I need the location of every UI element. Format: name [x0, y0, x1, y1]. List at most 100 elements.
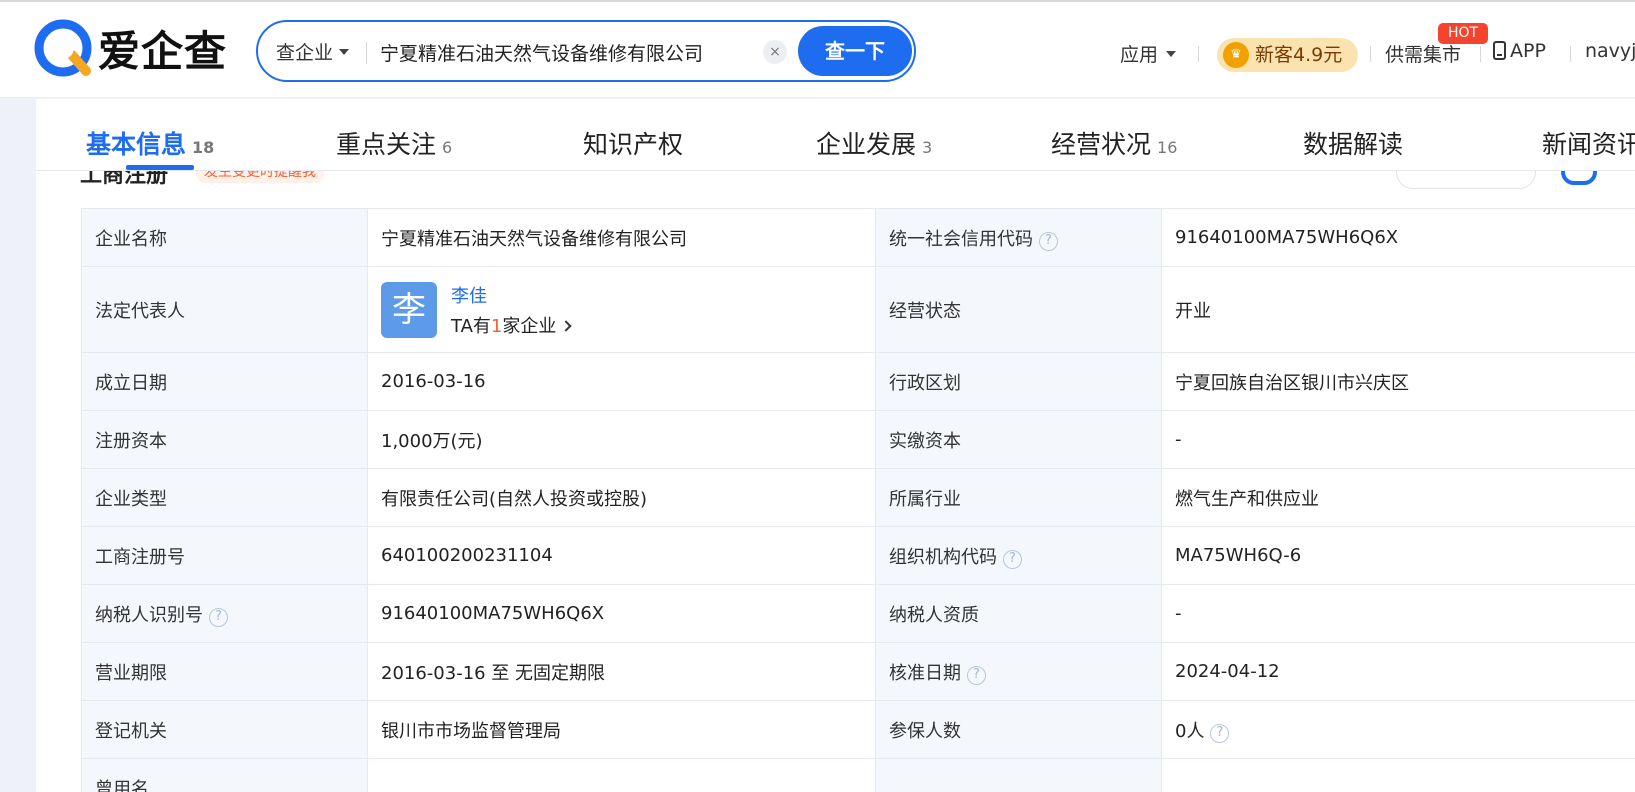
site-header: 爱企查 查企业 × 查一下 应用 ♛ 新客4.9元 供需集市 HOT APP n…: [0, 2, 1635, 98]
field-label-text: 工商注册号: [95, 546, 185, 568]
brand-name: 爱企查: [98, 27, 228, 76]
search-divider: [366, 42, 367, 64]
help-icon[interactable]: ?: [967, 665, 986, 685]
tab-label: 经营状况: [1051, 130, 1152, 159]
logo-mark-icon: [34, 19, 92, 76]
table-row: 登记机关 银川市市场监督管理局 参保人数 0人?: [81, 700, 1635, 759]
field-label: 企业类型: [81, 468, 368, 527]
field-value-text: 0人: [1175, 720, 1205, 742]
nav-separator: [1370, 46, 1371, 62]
section-tabs: 基本信息 18 重点关注 6 知识产权 企业发展 3 经营状况 16 数据解读 新闻资讯: [36, 99, 1635, 171]
related-suffix: 家企业: [502, 315, 557, 337]
field-label: 法定代表人: [81, 266, 368, 353]
tab-label: 基本信息: [86, 130, 187, 159]
field-value: -: [1161, 584, 1635, 643]
field-label: 企业名称: [81, 208, 368, 267]
field-label: 成立日期: [81, 352, 368, 411]
tab-key-focus[interactable]: 重点关注 6: [336, 125, 452, 161]
nav-separator: [1570, 46, 1571, 62]
promo-label: 新客4.9元: [1255, 44, 1343, 66]
field-value-text: 2016-03-16: [381, 371, 486, 392]
search-input[interactable]: [380, 34, 750, 70]
field-label-text: 营业期限: [95, 662, 167, 684]
field-label: 经营状态: [875, 266, 1162, 353]
section-action-button[interactable]: [1396, 171, 1536, 189]
tab-operations[interactable]: 经营状况 16: [1051, 125, 1177, 161]
tab-count: 18: [192, 138, 215, 157]
tab-data-insight[interactable]: 数据解读: [1303, 125, 1403, 161]
search-bar: 查企业 × 查一下: [256, 20, 916, 82]
app-label: APP: [1510, 40, 1546, 62]
legal-rep-info: 李佳 TA有1家企业: [451, 282, 573, 338]
main-content: 工商注册 发生变更时提醒我 企业名称 宁夏精准石油天然气设备维修有限公司 统一社会信…: [36, 171, 1635, 792]
field-value: 银川市市场监督管理局: [367, 700, 876, 759]
field-label-text: 注册资本: [95, 430, 167, 452]
user-name: navyj: [1585, 40, 1635, 62]
field-value: [367, 758, 876, 792]
table-row: 成立日期 2016-03-16 行政区划 宁夏回族自治区银川市兴庆区: [81, 352, 1635, 411]
tab-news[interactable]: 新闻资讯: [1542, 125, 1635, 161]
field-label-text: 登记机关: [95, 720, 167, 742]
table-row: 企业名称 宁夏精准石油天然气设备维修有限公司 统一社会信用代码? 91640100MA…: [81, 208, 1635, 267]
legal-rep: 李李佳 TA有1家企业: [381, 281, 862, 338]
field-value: MA75WH6Q-6: [1161, 526, 1635, 585]
supply-market-link[interactable]: 供需集市: [1385, 40, 1461, 67]
field-label-text: 组织机构代码: [889, 546, 997, 568]
table-row: 法定代表人 李李佳 TA有1家企业 经营状态 开业: [81, 266, 1635, 353]
field-label-text: 经营状态: [889, 300, 961, 322]
help-icon[interactable]: ?: [209, 607, 228, 627]
field-value: 燃气生产和供应业: [1161, 468, 1635, 527]
field-value-text: 宁夏回族自治区银川市兴庆区: [1175, 372, 1409, 394]
field-label-text: 所属行业: [889, 488, 961, 510]
field-value: 91640100MA75WH6Q6X: [1161, 208, 1635, 267]
field-value: [1161, 758, 1635, 792]
user-menu[interactable]: navyj: [1585, 40, 1635, 62]
field-label: 营业期限: [81, 642, 368, 701]
field-value: 0人?: [1161, 700, 1635, 759]
field-label-text: 参保人数: [889, 720, 961, 742]
field-value: 宁夏回族自治区银川市兴庆区: [1161, 352, 1635, 411]
phone-icon: [1493, 41, 1506, 60]
search-button[interactable]: 查一下: [798, 26, 912, 76]
field-label-text: 企业类型: [95, 488, 167, 510]
apps-menu[interactable]: 应用: [1120, 40, 1177, 67]
table-row: 注册资本 1,000万(元) 实缴资本 -: [81, 410, 1635, 469]
field-value-text: 1,000万(元): [381, 430, 483, 452]
help-icon[interactable]: ?: [1210, 723, 1230, 743]
field-label-text: 成立日期: [95, 372, 167, 394]
clear-icon[interactable]: ×: [763, 40, 787, 64]
tab-development[interactable]: 企业发展 3: [816, 125, 932, 161]
legal-rep-name-link[interactable]: 李佳: [451, 282, 570, 308]
field-value-text: 有限责任公司(自然人投资或控股): [381, 488, 648, 510]
field-label-text: 纳税人识别号: [95, 604, 203, 626]
field-value-text: MA75WH6Q-6: [1175, 545, 1302, 566]
field-label: 纳税人识别号?: [81, 584, 368, 643]
search-type-dropdown[interactable]: 查企业: [276, 38, 350, 65]
brand-logo-small-icon: [1561, 171, 1597, 185]
field-value-text: 2016-03-16 至 无固定期限: [381, 662, 606, 684]
field-value: 2016-03-16 至 无固定期限: [367, 642, 876, 701]
brand-logo[interactable]: 爱企查: [34, 18, 227, 79]
field-value: 2024-04-12: [1161, 642, 1635, 701]
related-companies-link[interactable]: TA有1家企业: [451, 312, 573, 338]
avatar[interactable]: 李: [381, 281, 437, 338]
field-label: 参保人数: [875, 700, 1162, 759]
supply-market-label: 供需集市: [1385, 44, 1462, 66]
field-label: 纳税人资质: [875, 584, 1162, 643]
field-label: 行政区划: [875, 352, 1162, 411]
tab-basic-info[interactable]: 基本信息 18: [86, 125, 214, 161]
help-icon[interactable]: ?: [1003, 549, 1022, 569]
help-icon[interactable]: ?: [1039, 231, 1058, 251]
change-reminder-tag[interactable]: 发生变更时提醒我: [196, 171, 324, 183]
tab-label: 企业发展: [816, 130, 917, 159]
table-row: 企业类型 有限责任公司(自然人投资或控股) 所属行业 燃气生产和供应业: [81, 468, 1635, 527]
new-customer-promo[interactable]: ♛ 新客4.9元: [1217, 38, 1358, 72]
tab-label: 重点关注: [336, 130, 437, 159]
field-value-text: 银川市市场监督管理局: [381, 720, 561, 742]
field-value: 1,000万(元): [367, 410, 876, 469]
tab-ip[interactable]: 知识产权: [583, 125, 683, 161]
field-value-text: 燃气生产和供应业: [1175, 488, 1319, 510]
field-label-text: 实缴资本: [889, 430, 961, 452]
app-download-link[interactable]: APP: [1493, 40, 1546, 62]
table-row: 营业期限 2016-03-16 至 无固定期限 核准日期? 2024-04-12: [81, 642, 1635, 701]
